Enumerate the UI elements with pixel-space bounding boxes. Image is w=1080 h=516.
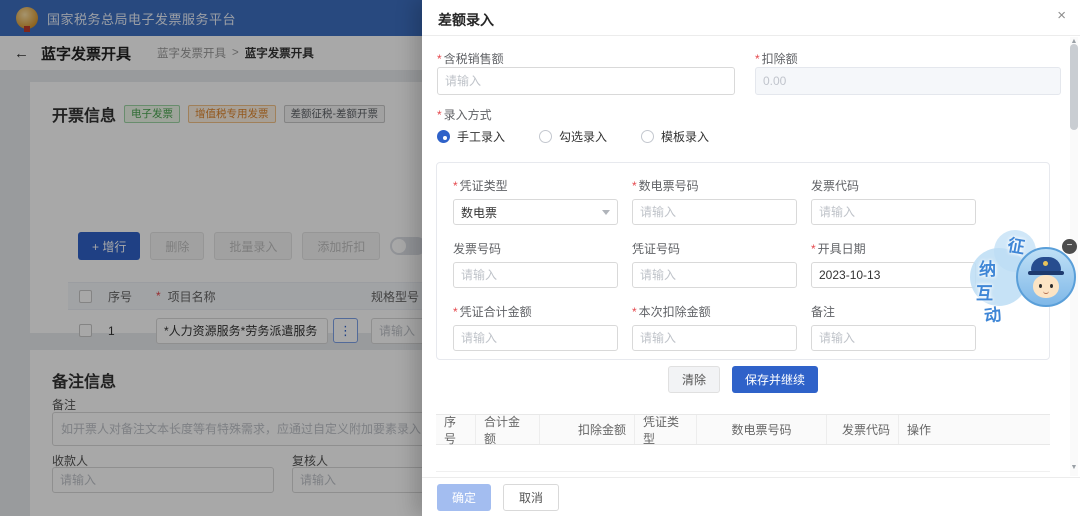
chevron-down-icon xyxy=(602,210,610,215)
screen: 国家税务总局电子发票服务平台 ← 蓝字发票开具 蓝字发票开具 > 蓝字发票开具 … xyxy=(0,0,1080,516)
invoice-number-input[interactable] xyxy=(453,262,618,288)
field-voucher-type: *凭证类型 数电票 xyxy=(453,177,618,225)
voucher-fields-group: *凭证类型 数电票 *数电票号码 发票代码 发票号码 凭证号码 xyxy=(436,162,1050,360)
voucher-number-input[interactable] xyxy=(632,262,797,288)
drawer-header: 差额录入 × xyxy=(422,0,1080,36)
field-invoice-code: 发票代码 xyxy=(811,177,976,225)
cancel-button[interactable]: 取消 xyxy=(503,484,559,511)
col-digital-invoice-number: 数电票号码 xyxy=(697,415,827,444)
field-digital-invoice-number: *数电票号码 xyxy=(632,177,797,225)
field-invoice-number: 发票号码 xyxy=(453,240,618,288)
voucher-table-header: 序号 合计金额 扣除金额 凭证类型 数电票号码 发票代码 操作 xyxy=(436,414,1050,445)
col-voucher-type: 凭证类型 xyxy=(635,415,697,444)
radio-dot-icon xyxy=(539,130,552,143)
digital-invoice-number-input[interactable] xyxy=(632,199,797,225)
radio-template-entry[interactable]: 模板录入 xyxy=(641,128,709,145)
officer-face-icon xyxy=(1033,275,1059,298)
confirm-button[interactable]: 确定 xyxy=(437,484,491,511)
voucher-remark-input[interactable] xyxy=(811,325,976,351)
difference-entry-drawer: 差额录入 × *含税销售额 *扣除额 *录入方式 手工录入 勾选录入 模板录入 … xyxy=(422,0,1080,516)
deduction-label: 扣除额 xyxy=(762,52,798,66)
col-seq: 序号 xyxy=(436,415,476,444)
drawer-title: 差额录入 xyxy=(438,10,494,30)
officer-hat-icon xyxy=(1031,257,1061,272)
radio-dot-icon xyxy=(641,130,654,143)
widget-collapse-handle[interactable]: − xyxy=(1062,239,1077,254)
col-deduction-amount: 扣除金额 xyxy=(540,415,635,444)
radio-manual-entry[interactable]: 手工录入 xyxy=(437,128,505,145)
field-current-deduction-amount: *本次扣除金额 xyxy=(632,303,797,351)
scrollbar-thumb[interactable] xyxy=(1070,44,1078,130)
entry-mode-label: 录入方式 xyxy=(444,108,492,122)
voucher-table-empty-body xyxy=(436,445,1050,472)
field-remark: 备注 xyxy=(811,303,976,351)
radio-dot-icon xyxy=(437,130,450,143)
voucher-list-table: 序号 合计金额 扣除金额 凭证类型 数电票号码 发票代码 操作 xyxy=(436,414,1050,472)
clear-button[interactable]: 清除 xyxy=(668,366,720,393)
drawer-footer: 确定 取消 xyxy=(422,477,1080,516)
close-icon[interactable]: × xyxy=(1057,7,1066,24)
voucher-total-amount-input[interactable] xyxy=(453,325,618,351)
field-voucher-total-amount: *凭证合计金额 xyxy=(453,303,618,351)
modal-dim-overlay xyxy=(0,0,422,516)
radio-select-entry[interactable]: 勾选录入 xyxy=(539,128,607,145)
save-and-continue-button[interactable]: 保存并继续 xyxy=(732,366,818,393)
voucher-type-select[interactable]: 数电票 xyxy=(453,199,618,225)
mascot-officer-avatar[interactable] xyxy=(1016,247,1076,307)
tax-interaction-mascot-widget[interactable]: 征 纳 互 动 xyxy=(968,226,1078,326)
scroll-down-icon[interactable]: ▼ xyxy=(1070,464,1078,472)
sales-amount-label: 含税销售额 xyxy=(444,52,504,66)
current-deduction-amount-input[interactable] xyxy=(632,325,797,351)
col-total-amount: 合计金额 xyxy=(476,415,540,444)
sales-amount-input[interactable] xyxy=(437,67,735,95)
deduction-input xyxy=(755,67,1061,95)
col-invoice-code: 发票代码 xyxy=(827,415,899,444)
invoice-code-input[interactable] xyxy=(811,199,976,225)
entry-mode-radio-group: 手工录入 勾选录入 模板录入 xyxy=(437,128,709,145)
field-voucher-number: 凭证号码 xyxy=(632,240,797,288)
field-issue-date: *开具日期 xyxy=(811,240,976,288)
col-actions: 操作 xyxy=(899,415,1050,444)
issue-date-input[interactable] xyxy=(811,262,976,288)
